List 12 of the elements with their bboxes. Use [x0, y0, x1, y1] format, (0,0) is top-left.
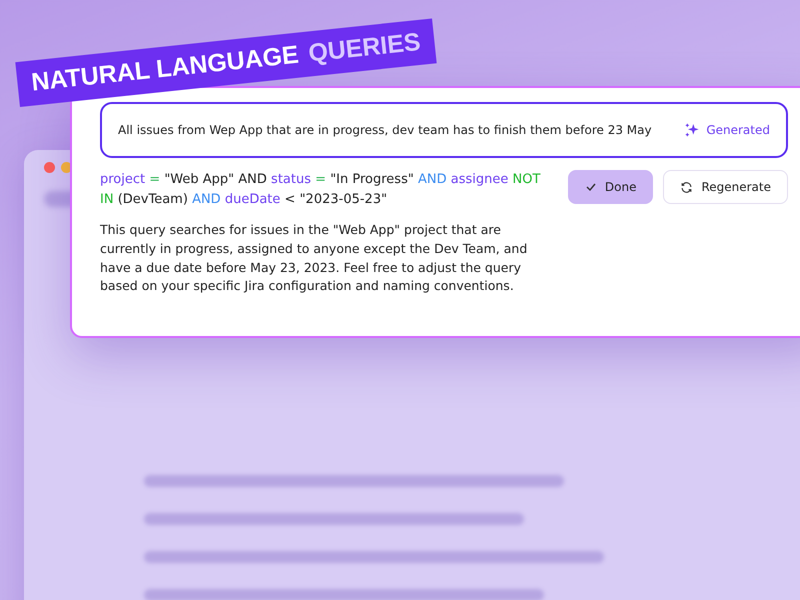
banner-text: NATURAL LANGUAGE: [30, 40, 300, 98]
sparkle-icon: [684, 122, 700, 138]
query-code: project = "Web App" AND status = "In Progress" AND assignee NOT IN (DevTeam) AND dueDate < "2023-05-23": [100, 171, 542, 208]
close-dot[interactable]: [44, 162, 55, 173]
prompt-field[interactable]: All issues from Wep App that are in progress, dev team has to finish them before 23 May Generated: [100, 102, 788, 158]
explanation-text: This query searches for issues in the "Web App" project that are currently in progress, assigned to anyone except the Dev Team, and have a due date before May 23, 2023. Feel free to adjust the query based on your specific Jira configuration and naming conventions.: [100, 221, 528, 296]
check-icon: [584, 181, 597, 193]
done-button[interactable]: Done: [568, 170, 654, 204]
badge-label: Generated: [706, 123, 770, 137]
regenerate-button[interactable]: Regenerate: [663, 170, 788, 204]
banner-text: QUERIES: [307, 28, 422, 68]
refresh-icon: [680, 180, 694, 194]
